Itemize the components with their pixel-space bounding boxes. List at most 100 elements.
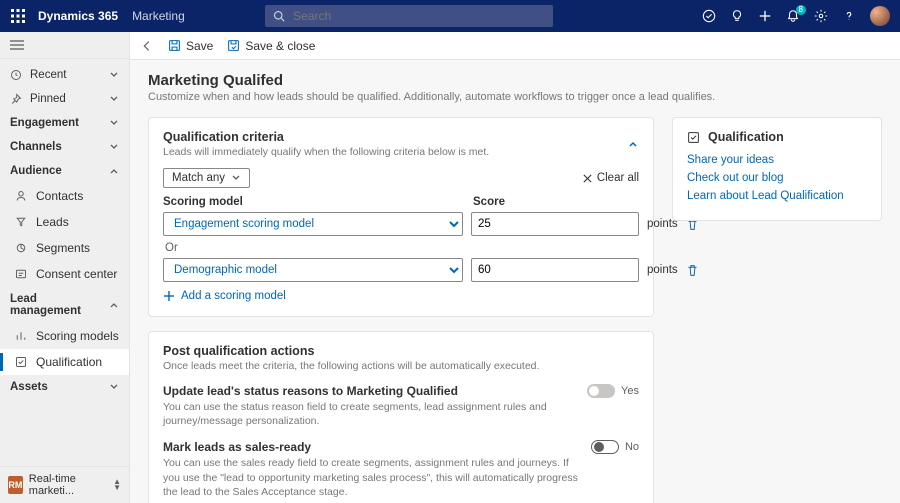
search-input[interactable]	[291, 8, 545, 24]
match-label: Match any	[172, 172, 225, 184]
nav-item-contacts[interactable]: Contacts	[0, 183, 129, 209]
nav-pinned[interactable]: Pinned	[0, 87, 129, 111]
global-topbar: Dynamics 365 Marketing 8	[0, 0, 900, 32]
clear-all-label: Clear all	[597, 172, 639, 184]
action2-desc: You can use the sales ready field to cre…	[163, 456, 579, 499]
action2-title: Mark leads as sales-ready	[163, 440, 579, 454]
toggle-switch	[591, 440, 619, 454]
chevron-down-icon	[231, 173, 241, 183]
qualification-icon	[14, 356, 28, 368]
nav-group-leadmgmt[interactable]: Lead management	[0, 287, 129, 323]
plus-icon	[163, 290, 175, 302]
save-close-icon	[227, 39, 240, 52]
area-badge: RM	[8, 476, 23, 494]
rule-row: Engagement scoring model points	[163, 212, 639, 236]
help-link[interactable]: Check out our blog	[687, 172, 867, 184]
back-button[interactable]	[140, 39, 154, 53]
nav-item-label: Contacts	[36, 189, 83, 203]
rule-row: Demographic model points	[163, 258, 639, 282]
nav-item-leads[interactable]: Leads	[0, 209, 129, 235]
user-avatar[interactable]	[870, 6, 890, 26]
nav-item-segments[interactable]: Segments	[0, 235, 129, 261]
nav-group-engagement[interactable]: Engagement	[0, 111, 129, 135]
add-scoring-model-button[interactable]: Add a scoring model	[163, 290, 639, 302]
column-scoring-model: Scoring model	[163, 196, 463, 208]
chevron-down-icon	[109, 118, 119, 128]
score-input[interactable]	[471, 258, 639, 282]
chevron-down-icon	[109, 382, 119, 392]
criteria-desc: Leads will immediately qualify when the …	[163, 146, 489, 158]
page-subtitle: Customize when and how leads should be q…	[148, 91, 882, 103]
column-score: Score	[473, 196, 543, 208]
qualification-criteria-card: Qualification criteria Leads will immedi…	[148, 117, 654, 317]
lightbulb-icon[interactable]	[730, 9, 744, 23]
save-close-label: Save & close	[245, 39, 315, 53]
nav-item-label: Leads	[36, 215, 69, 229]
toggle-state-label: No	[625, 441, 639, 453]
nav-item-scoring[interactable]: Scoring models	[0, 323, 129, 349]
nav-item-qualification[interactable]: Qualification	[0, 349, 129, 375]
nav-group-audience[interactable]: Audience	[0, 159, 129, 183]
arrow-left-icon	[140, 39, 154, 53]
toggle-state-label: Yes	[621, 385, 639, 397]
app-launcher-icon[interactable]	[10, 8, 26, 24]
pin-icon	[10, 93, 22, 105]
nav-group-assets[interactable]: Assets	[0, 375, 129, 399]
global-search[interactable]	[265, 5, 553, 27]
save-close-button[interactable]: Save & close	[227, 39, 315, 53]
close-icon	[582, 173, 593, 184]
person-icon	[14, 190, 28, 202]
area-switcher[interactable]: RM Real-time marketi... ▲▼	[0, 466, 129, 503]
delete-rule-button[interactable]	[686, 264, 699, 277]
help-card: Qualification Share your ideas Check out…	[672, 117, 882, 221]
add-scoring-model-label: Add a scoring model	[181, 290, 286, 302]
notifications-icon[interactable]: 8	[786, 9, 800, 23]
collapse-button[interactable]	[627, 138, 639, 150]
help-heading: Qualification	[687, 130, 867, 144]
product-name: Dynamics 365	[38, 9, 118, 23]
nav-recent-label: Recent	[30, 69, 66, 81]
search-icon	[273, 10, 285, 22]
rule-or-label: Or	[165, 242, 639, 254]
chevron-down-icon	[109, 70, 119, 80]
clock-icon	[10, 69, 22, 81]
chevron-up-icon	[109, 166, 119, 176]
notification-badge: 8	[796, 5, 806, 15]
nav-recent[interactable]: Recent	[0, 63, 129, 87]
help-link[interactable]: Learn about Lead Qualification	[687, 190, 867, 202]
nav-item-label: Consent center	[36, 267, 117, 281]
nav-collapse-button[interactable]	[0, 32, 129, 59]
match-selector[interactable]: Match any	[163, 168, 250, 188]
actions-heading: Post qualification actions	[163, 344, 539, 358]
trash-icon	[686, 264, 699, 277]
left-nav: Recent Pinned Engagement Channels Audien…	[0, 32, 130, 503]
clear-all-button[interactable]: Clear all	[582, 172, 639, 184]
add-icon[interactable]	[758, 9, 772, 23]
qualification-icon	[687, 131, 700, 144]
post-qualification-card: Post qualification actions Once leads me…	[148, 331, 654, 503]
scoring-icon	[14, 330, 28, 342]
score-input[interactable]	[471, 212, 639, 236]
save-button[interactable]: Save	[168, 39, 213, 53]
chevron-up-icon	[109, 300, 119, 310]
help-link[interactable]: Share your ideas	[687, 154, 867, 166]
consent-icon	[14, 268, 28, 280]
scoring-model-select[interactable]: Demographic model	[163, 258, 463, 282]
nav-pinned-label: Pinned	[30, 93, 66, 105]
nav-group-channels[interactable]: Channels	[0, 135, 129, 159]
nav-item-consent[interactable]: Consent center	[0, 261, 129, 287]
action2-toggle[interactable]: No	[591, 440, 639, 454]
scoring-model-select[interactable]: Engagement scoring model	[163, 212, 463, 236]
chevron-up-icon	[627, 138, 639, 150]
points-label: points	[647, 264, 678, 276]
settings-icon[interactable]	[814, 9, 828, 23]
updown-icon: ▲▼	[113, 479, 121, 491]
help-icon[interactable]	[842, 9, 856, 23]
task-icon[interactable]	[702, 9, 716, 23]
toggle-switch	[587, 384, 615, 398]
nav-item-label: Scoring models	[36, 329, 119, 343]
area-label: Real-time marketi...	[29, 473, 107, 497]
action1-toggle[interactable]: Yes	[587, 384, 639, 398]
action1-title: Update lead's status reasons to Marketin…	[163, 384, 575, 398]
save-icon	[168, 39, 181, 52]
